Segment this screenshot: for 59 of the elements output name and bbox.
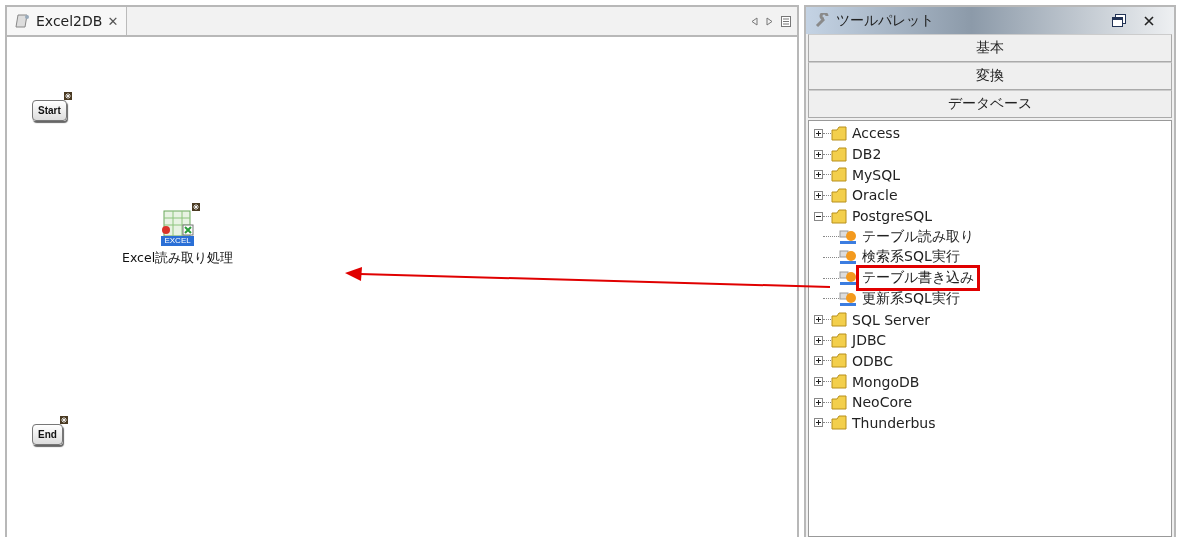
expand-toggle-icon[interactable] [814,356,823,366]
expand-toggle-icon[interactable] [814,397,823,407]
tree-item[interactable]: Access [849,124,903,143]
expand-toggle-icon[interactable] [814,190,823,200]
flow-node[interactable]: Start [32,100,67,121]
folder-icon [831,167,847,183]
component-icon [839,249,857,266]
tree-item[interactable]: SQL Server [849,310,934,329]
marker-icon [63,92,72,100]
expand-toggle-icon[interactable] [814,335,823,345]
panel-title: ツールパレット [836,11,935,30]
folder-icon [831,374,847,390]
tree-item[interactable]: ODBC [849,351,896,370]
tree-item[interactable]: JDBC [849,331,890,350]
tree-item[interactable]: Thunderbus [849,413,939,432]
palette-section-button[interactable]: データベース [808,90,1172,118]
folder-icon [831,394,847,410]
component-icon [839,270,857,287]
palette-section-button[interactable]: 基本 [808,34,1172,62]
folder-icon [831,125,847,141]
tree-item[interactable]: テーブル書き込み [859,268,977,289]
marker-icon [59,416,68,424]
list-icon[interactable] [781,15,791,27]
flow-node[interactable]: End [32,424,63,445]
editor-tab[interactable]: Excel2DB ✕ [7,7,128,35]
tree-item[interactable]: PostgreSQL [849,207,935,226]
node-label: Excel読み取り処理 [122,250,234,267]
component-icon [839,290,857,307]
expand-toggle-icon[interactable] [814,315,823,325]
tree-item[interactable]: MySQL [849,165,904,184]
close-tab-icon[interactable]: ✕ [107,13,119,29]
expand-toggle-icon[interactable] [814,128,823,138]
component-icon [839,228,857,245]
tree-item[interactable]: 更新系SQL実行 [859,288,963,309]
collapse-toggle-icon[interactable] [814,211,823,221]
tree-item[interactable]: DB2 [849,145,885,164]
folder-icon [831,208,847,224]
palette-section-button[interactable]: 変換 [808,62,1172,90]
restore-icon[interactable] [1112,14,1126,27]
scroll-icon [15,13,31,29]
tree-item[interactable]: Oracle [849,186,901,205]
folder-icon [831,332,847,348]
expand-toggle-icon[interactable] [814,170,823,180]
left-arrow-icon[interactable] [751,16,758,26]
wrench-icon [814,12,830,29]
folder-icon [831,187,847,203]
folder-icon [831,353,847,369]
tree-item[interactable]: NeoCore [849,393,916,412]
expand-toggle-icon[interactable] [814,149,823,159]
folder-icon [831,415,847,431]
tree-item[interactable]: テーブル読み取り [859,226,977,247]
tree-item[interactable]: MongoDB [849,372,923,391]
expand-toggle-icon[interactable] [814,418,823,428]
folder-icon [831,312,847,328]
tree-item[interactable]: 検索系SQL実行 [859,247,963,268]
marker-icon [191,203,200,211]
right-arrow-icon[interactable] [766,16,773,26]
folder-icon [831,146,847,162]
expand-toggle-icon[interactable] [814,377,823,387]
